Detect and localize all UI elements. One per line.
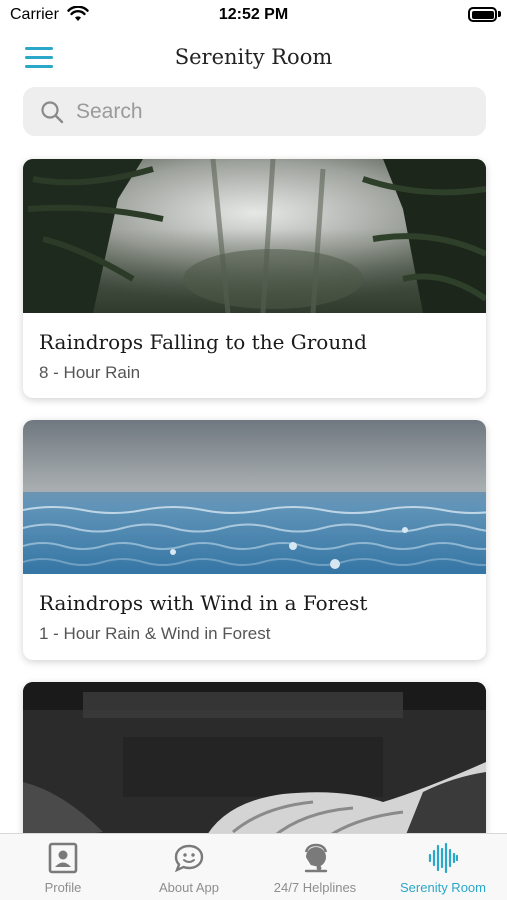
battery-icon	[468, 7, 497, 22]
tab-helplines[interactable]: 24/7 Helplines	[252, 834, 378, 900]
tab-serenity-room[interactable]: Serenity Room	[380, 834, 506, 900]
search-icon	[41, 101, 64, 124]
search-input[interactable]	[76, 87, 466, 136]
sound-wave-icon	[428, 842, 458, 874]
chat-smile-icon	[174, 844, 204, 873]
page-title: Serenity Room	[174, 45, 333, 69]
search-bar[interactable]	[23, 87, 486, 136]
battery-tip	[498, 11, 501, 17]
card-subtitle: 1 - Hour Rain & Wind in Forest	[39, 624, 271, 643]
tab-label: About App	[159, 880, 219, 895]
status-bar: Carrier 12:52 PM	[0, 0, 507, 30]
tab-label: Profile	[44, 880, 82, 895]
tab-profile[interactable]: Profile	[0, 834, 126, 900]
rain-on-water-photo	[23, 420, 486, 574]
status-time: 12:52 PM	[218, 6, 289, 23]
tab-bar: Profile About App 24/7 Helplines Serenit…	[0, 833, 507, 900]
profile-icon	[48, 842, 78, 874]
tab-label: Serenity Room	[400, 880, 486, 895]
sound-card[interactable]	[23, 682, 486, 842]
tab-about-app[interactable]: About App	[126, 834, 252, 900]
tab-label: 24/7 Helplines	[273, 880, 357, 895]
headset-icon	[303, 843, 328, 873]
card-subtitle: 8 - Hour Rain	[39, 363, 141, 382]
piano-hands-photo	[23, 682, 486, 842]
card-title: Raindrops Falling to the Ground	[39, 330, 367, 354]
card-title: Raindrops with Wind in a Forest	[39, 591, 368, 615]
misty-forest-photo	[23, 159, 486, 313]
nav-header: Serenity Room	[0, 35, 507, 81]
sound-card[interactable]: Raindrops with Wind in a Forest 1 - Hour…	[23, 420, 486, 660]
sound-card[interactable]: Raindrops Falling to the Ground 8 - Hour…	[23, 159, 486, 398]
